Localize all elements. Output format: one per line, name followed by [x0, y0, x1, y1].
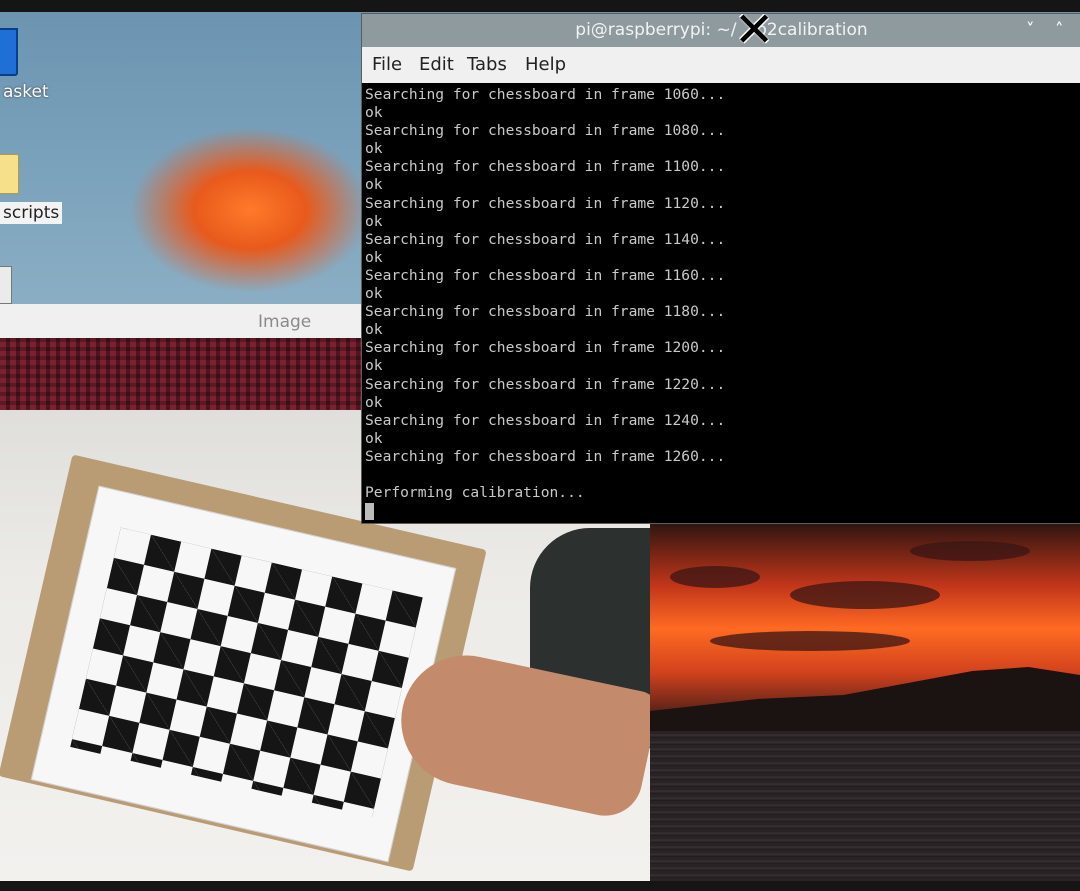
- terminal-line: ok: [365, 248, 383, 266]
- terminal-line: Searching for chessboard in frame 1160..…: [365, 266, 726, 284]
- text-cursor: [365, 502, 374, 520]
- terminal-titlebar[interactable]: pi@raspberrypi: ~/o2calibration ✕ ˅ ˄: [362, 14, 1080, 54]
- terminal-line: ok: [365, 104, 383, 122]
- terminal-line: ok: [365, 212, 383, 230]
- maximize-icon[interactable]: ˄: [1055, 20, 1064, 40]
- image-viewer-titlebar[interactable]: Image: [0, 304, 362, 339]
- terminal-title: pi@raspberrypi: ~/o2calibration: [575, 20, 868, 40]
- wallpaper-sunset-image: [650, 521, 1080, 881]
- terminal-line: Searching for chessboard in frame 1260..…: [365, 447, 726, 465]
- minimize-icon[interactable]: ˅: [1026, 20, 1035, 40]
- terminal-line: Searching for chessboard in frame 1200..…: [365, 339, 726, 357]
- terminal-line: Searching for chessboard in frame 1060..…: [365, 86, 726, 103]
- wastebasket-label[interactable]: asket: [0, 81, 52, 103]
- terminal-line: Searching for chessboard in frame 1120..…: [365, 194, 726, 212]
- terminal-line: ok: [365, 176, 383, 194]
- terminal-line: Searching for chessboard in frame 1240..…: [365, 411, 726, 429]
- terminal-line: Searching for chessboard in frame 1220..…: [365, 375, 726, 393]
- menu-file[interactable]: File: [372, 54, 402, 75]
- menu-edit[interactable]: Edit: [419, 54, 454, 75]
- terminal-line: Searching for chessboard in frame 1080..…: [365, 122, 726, 140]
- terminal-line: ok: [365, 429, 383, 447]
- terminal-output[interactable]: Searching for chessboard in frame 1060..…: [365, 86, 1077, 520]
- image-viewer-title: Image: [258, 312, 312, 332]
- bottom-strip: [0, 881, 1080, 891]
- menu-help[interactable]: Help: [525, 54, 566, 75]
- menu-tabs[interactable]: Tabs: [467, 54, 507, 75]
- terminal-menubar: File Edit Tabs Help: [362, 47, 1080, 83]
- terminal-line: ok: [365, 140, 383, 158]
- terminal-line: Searching for chessboard in frame 1100..…: [365, 158, 726, 176]
- terminal-line: ok: [365, 285, 383, 303]
- terminal-line: Searching for chessboard in frame 1140..…: [365, 230, 726, 248]
- terminal-window[interactable]: pi@raspberrypi: ~/o2calibration ✕ ˅ ˄ Fi…: [361, 13, 1080, 524]
- scripts-folder-label[interactable]: scripts: [0, 202, 63, 224]
- terminal-line: ok: [365, 321, 383, 339]
- terminal-cursor-line: [365, 502, 1077, 520]
- terminal-line: Performing calibration...: [365, 484, 585, 502]
- terminal-line: ok: [365, 393, 383, 411]
- terminal-line: ok: [365, 357, 383, 375]
- top-panel-strip: [0, 0, 1080, 12]
- folder-icon[interactable]: [0, 154, 19, 194]
- file-icon[interactable]: [0, 266, 12, 304]
- wastebasket-icon[interactable]: [0, 28, 18, 76]
- terminal-line: Searching for chessboard in frame 1180..…: [365, 303, 726, 321]
